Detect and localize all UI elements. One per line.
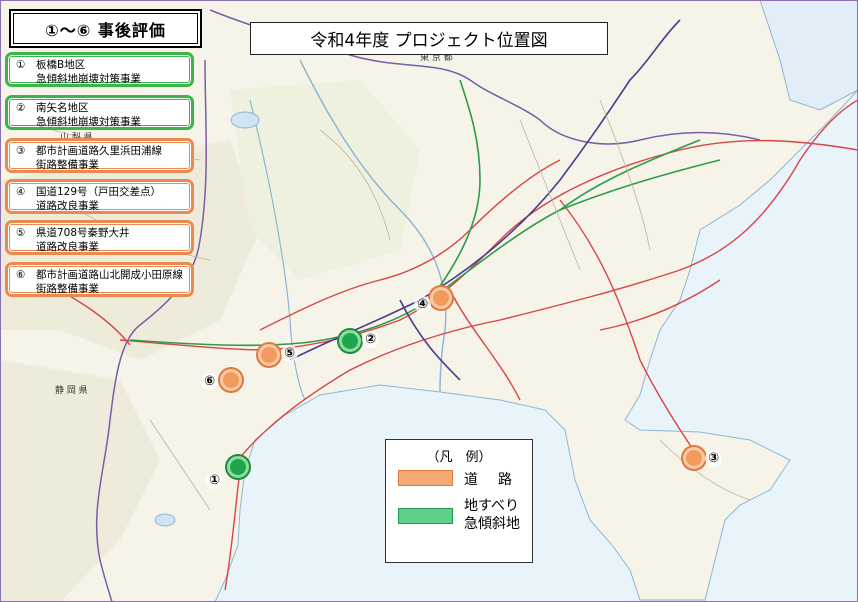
marker-label-2: ② [362,331,379,348]
marker-label-6: ⑥ [201,373,218,390]
project-card-4[interactable]: ④ 国道129号（戸田交差点） 道路改良事業 [5,179,194,214]
project-card-6[interactable]: ⑥ 都市計画道路山北開成小田原線 街路整備事業 [5,262,194,297]
project-type: 急傾斜地崩壊対策事業 [36,116,141,128]
project-name: 板橋B地区 [36,59,86,71]
legend-title: （凡 例） [426,450,492,465]
legend-swatch-road [398,470,453,486]
legend-label-slope-line1: 地すべり [464,498,520,514]
marker-label-4: ④ [414,296,431,313]
project-name: 都市計画道路久里浜田浦線 [36,145,162,157]
project-number: ② [16,102,26,114]
marker-5[interactable] [258,344,280,366]
project-name: 国道129号（戸田交差点） [36,186,162,198]
project-number: ⑤ [16,227,26,239]
project-card-1[interactable]: ① 板橋B地区急傾斜地崩壊対策事業 [5,52,194,87]
marker-label-3: ③ [705,450,722,467]
marker-label-5: ⑤ [281,345,298,362]
marker-label-1: ① [206,472,223,489]
marker-1[interactable] [227,456,249,478]
legend-label-slope: 地すべり 急傾斜地 [464,497,520,533]
project-type: 急傾斜地崩壊対策事業 [36,73,141,85]
evaluation-title: ①～⑥ 事後評価 [9,9,202,48]
marker-2[interactable] [339,330,361,352]
map-title: 令和4年度 プロジェクト位置図 [250,22,608,55]
project-type: 道路改良事業 [36,200,99,212]
project-number: ③ [16,145,26,157]
marker-4[interactable] [430,287,452,309]
project-card-2[interactable]: ② 南矢名地区急傾斜地崩壊対策事業 [5,95,194,130]
place-label-shizuoka: 静 岡 県 [55,386,88,396]
project-number: ④ [16,186,26,198]
map-legend: （凡 例） 道路 地すべり 急傾斜地 [385,439,533,563]
legend-label-road: 道路 [464,472,532,488]
project-type: 道路改良事業 [36,241,99,253]
project-number: ⑥ [16,269,26,281]
legend-swatch-slope [398,508,453,524]
project-card-3[interactable]: ③ 都市計画道路久里浜田浦線 街路整備事業 [5,138,194,173]
project-number: ① [16,59,26,71]
project-name: 都市計画道路山北開成小田原線 [36,269,183,281]
marker-3[interactable] [683,447,705,469]
project-name: 県道708号秦野大井 [36,227,130,239]
project-type: 街路整備事業 [36,159,99,171]
project-type: 街路整備事業 [36,283,99,295]
project-card-5[interactable]: ⑤ 県道708号秦野大井 道路改良事業 [5,220,194,255]
marker-6[interactable] [220,369,242,391]
legend-label-slope-line2: 急傾斜地 [464,516,520,532]
project-name: 南矢名地区 [36,102,89,114]
